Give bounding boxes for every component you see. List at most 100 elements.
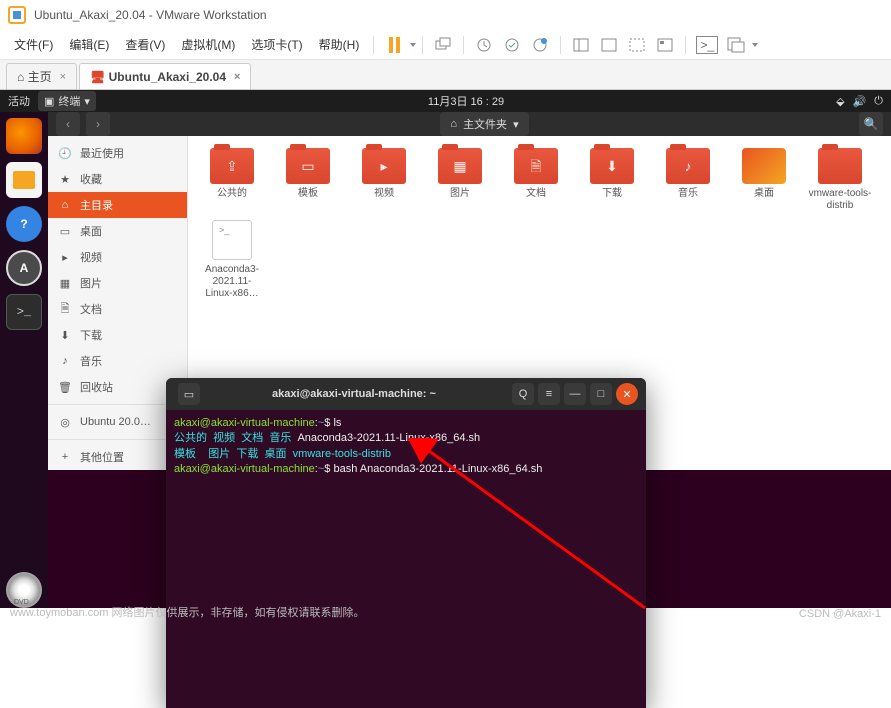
sidebar-label: 最近使用 <box>80 145 124 161</box>
sidebar-label: Ubuntu 20.0… <box>80 416 151 428</box>
file-label: 视频 <box>374 188 394 200</box>
terminal-window: ▭ akaxi@akaxi-virtual-machine: ~ Q ≡ — □… <box>166 378 646 708</box>
dock-help[interactable]: ? <box>6 206 42 242</box>
close-icon[interactable]: × <box>234 71 240 83</box>
terminal-title: akaxi@akaxi-virtual-machine: ~ <box>200 388 508 400</box>
sidebar-icon: 🗑 <box>58 380 72 394</box>
home-icon: ⌂ <box>450 118 457 130</box>
sidebar-item[interactable]: ▸视频 <box>48 244 187 270</box>
menu-button[interactable]: ≡ <box>538 383 560 405</box>
sidebar-item[interactable]: ★收藏 <box>48 166 187 192</box>
file-item[interactable]: 桌面 <box>732 148 796 212</box>
fullscreen-button[interactable] <box>726 35 746 55</box>
vmware-logo-icon <box>8 6 26 24</box>
sidebar-label: 文档 <box>80 301 102 317</box>
file-label: 下载 <box>602 188 622 200</box>
dock-files[interactable] <box>6 162 42 198</box>
layout-full-button[interactable] <box>599 35 619 55</box>
sidebar-item[interactable]: ▭桌面 <box>48 218 187 244</box>
separator <box>560 36 561 54</box>
file-item[interactable]: ▦图片 <box>428 148 492 212</box>
sidebar-label: 其他位置 <box>80 449 124 465</box>
terminal-headerbar: ▭ akaxi@akaxi-virtual-machine: ~ Q ≡ — □… <box>166 378 646 410</box>
clock[interactable]: 11月3日 16 : 29 <box>96 93 836 109</box>
sidebar-item[interactable]: ⬇下载 <box>48 322 187 348</box>
snapshot-button[interactable] <box>474 35 494 55</box>
search-button[interactable]: 🔍 <box>859 112 883 136</box>
layout-unity-button[interactable] <box>627 35 647 55</box>
dock-firefox[interactable] <box>6 118 42 154</box>
sidebar-icon: ♪ <box>58 354 72 368</box>
sidebar-label: 图片 <box>80 275 102 291</box>
maximize-button[interactable]: □ <box>590 383 612 405</box>
system-tray[interactable]: ⬙ 🔊 ⏻ <box>836 95 883 108</box>
close-icon[interactable]: × <box>60 71 66 83</box>
tab-home[interactable]: ⌂ 主页 × <box>6 63 77 89</box>
new-tab-button[interactable]: ▭ <box>178 383 200 405</box>
menu-help[interactable]: 帮助(H) <box>311 36 368 53</box>
folder-icon <box>818 148 862 184</box>
dropdown-caret-icon[interactable] <box>410 43 416 47</box>
dock-software-updater[interactable]: A <box>6 250 42 286</box>
console-button[interactable]: >_ <box>696 36 718 54</box>
image-icon <box>742 148 786 184</box>
sidebar-item[interactable]: ⌂主目录 <box>48 192 187 218</box>
guest-desktop: 活动 ▣ 终端 ▾ 11月3日 16 : 29 ⬙ 🔊 ⏻ ? A >_ ‹ › <box>0 90 891 608</box>
layout-single-button[interactable] <box>571 35 591 55</box>
home-icon: ⌂ <box>17 70 24 84</box>
dock-terminal[interactable]: >_ <box>6 294 42 330</box>
file-item[interactable]: ▸视频 <box>352 148 416 212</box>
menu-file[interactable]: 文件(F) <box>6 36 61 53</box>
activities-button[interactable]: 活动 <box>8 93 30 109</box>
dropdown-caret-icon[interactable] <box>752 43 758 47</box>
sidebar-icon: + <box>58 450 72 464</box>
script-icon <box>212 220 252 260</box>
vmware-titlebar: Ubuntu_Akaxi_20.04 - VMware Workstation <box>0 0 891 30</box>
forward-button[interactable]: › <box>86 112 110 136</box>
vmware-menubar: 文件(F) 编辑(E) 查看(V) 虚拟机(M) 选项卡(T) 帮助(H) >_ <box>0 30 891 60</box>
sidebar-item[interactable]: 🗎 文档 <box>48 296 187 322</box>
sidebar-label: 下载 <box>80 327 102 343</box>
sidebar-icon: ▸ <box>58 250 72 264</box>
sidebar-item[interactable]: 🕘 最近使用 <box>48 140 187 166</box>
sidebar-icon: ◎ <box>58 415 72 429</box>
layout-thumb-button[interactable] <box>655 35 675 55</box>
chevron-down-icon: ▾ <box>84 95 90 108</box>
monitor-icon: 🖥 <box>90 70 105 84</box>
file-item[interactable]: ⬇下载 <box>580 148 644 212</box>
sidebar-label: 音乐 <box>80 353 102 369</box>
sidebar-item[interactable]: ▦ 图片 <box>48 270 187 296</box>
topbar-app-terminal[interactable]: ▣ 终端 ▾ <box>38 91 96 111</box>
file-item[interactable]: ⇪公共的 <box>200 148 264 212</box>
menu-edit[interactable]: 编辑(E) <box>61 36 117 53</box>
file-item[interactable]: Anaconda3-2021.11-Linux-x86… <box>200 220 264 300</box>
file-item[interactable]: ♪音乐 <box>656 148 720 212</box>
minimize-button[interactable]: — <box>564 383 586 405</box>
pause-vm-button[interactable] <box>384 35 404 55</box>
back-button[interactable]: ‹ <box>56 112 80 136</box>
file-label: 图片 <box>450 188 470 200</box>
search-button[interactable]: Q <box>512 383 534 405</box>
sidebar-icon: 🕘 <box>58 146 72 160</box>
file-item[interactable]: ▭模板 <box>276 148 340 212</box>
file-label: Anaconda3-2021.11-Linux-x86… <box>200 264 264 300</box>
send-ctrl-alt-del-button[interactable] <box>433 35 453 55</box>
network-icon: ⬙ <box>836 95 844 108</box>
sidebar-item[interactable]: ♪ 音乐 <box>48 348 187 374</box>
snapshot-manager-button[interactable] <box>502 35 522 55</box>
menu-view[interactable]: 查看(V) <box>117 36 173 53</box>
topbar-app-label: 终端 <box>58 93 80 109</box>
tab-ubuntu[interactable]: 🖥 Ubuntu_Akaxi_20.04 × <box>79 63 251 89</box>
path-bar[interactable]: ⌂ 主文件夹 ▾ <box>440 112 528 136</box>
terminal-body[interactable]: akaxi@akaxi-virtual-machine:~$ ls 公共的 视频… <box>166 410 646 708</box>
revert-button[interactable] <box>530 35 550 55</box>
file-item[interactable]: vmware-tools-distrib <box>808 148 872 212</box>
sidebar-icon: 🗎 <box>58 302 72 316</box>
menu-vm[interactable]: 虚拟机(M) <box>173 36 243 53</box>
file-item[interactable]: 🗎文档 <box>504 148 568 212</box>
sidebar-label: 桌面 <box>80 223 102 239</box>
menu-tabs[interactable]: 选项卡(T) <box>243 36 310 53</box>
dock-dvd[interactable] <box>6 572 42 608</box>
sidebar-icon: ▦ <box>58 276 72 290</box>
close-button[interactable]: ✕ <box>616 383 638 405</box>
